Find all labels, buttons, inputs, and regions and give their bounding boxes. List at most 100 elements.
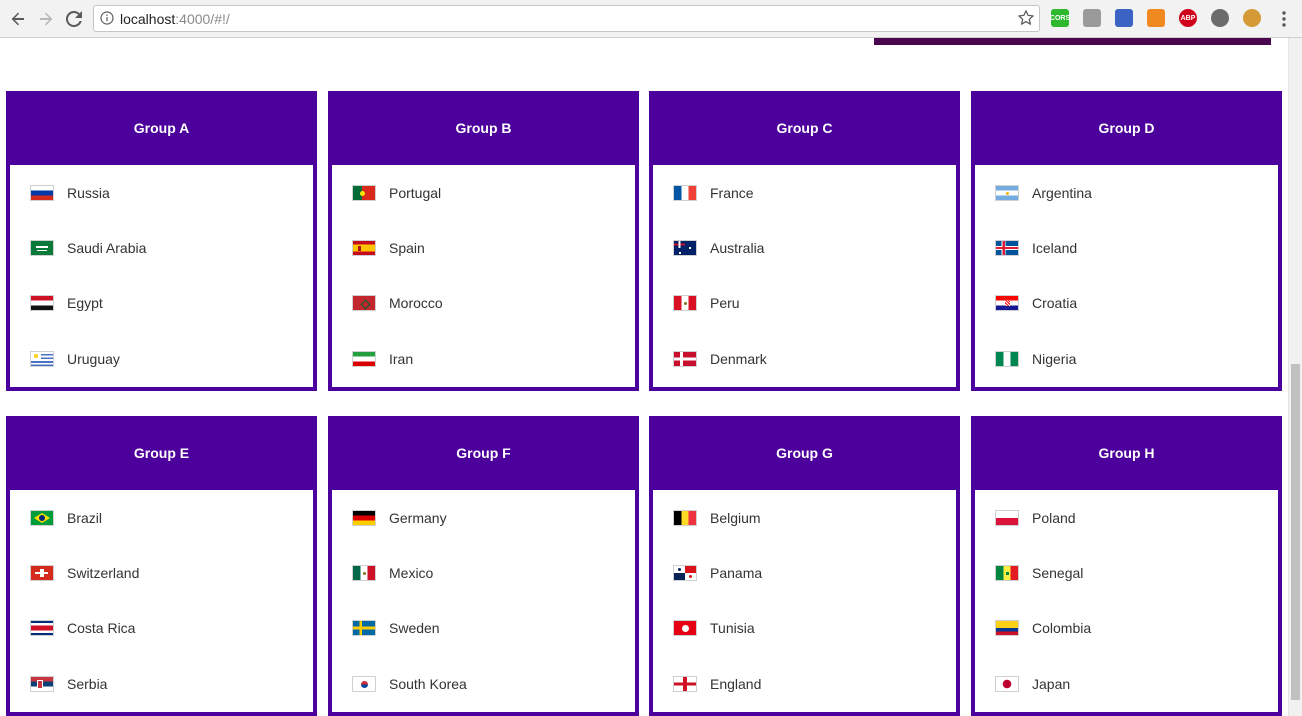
address-bar[interactable]: localhost:4000/#!/ xyxy=(93,5,1040,32)
team-item[interactable]: Colombia xyxy=(995,618,1091,638)
egypt-flag-icon xyxy=(30,295,54,311)
eyedropper-extension-icon[interactable] xyxy=(1115,9,1133,27)
team-item[interactable]: Costa Rica xyxy=(30,618,135,638)
team-name: Sweden xyxy=(389,620,440,636)
portugal-flag-icon xyxy=(352,185,376,201)
team-item[interactable]: Senegal xyxy=(995,563,1083,583)
group-title: Group G xyxy=(776,445,833,461)
team-item[interactable]: Mexico xyxy=(352,563,433,583)
team-item[interactable]: Uruguay xyxy=(30,349,120,369)
team-name: Saudi Arabia xyxy=(67,240,147,256)
team-item[interactable]: Argentina xyxy=(995,183,1092,203)
team-item[interactable]: Germany xyxy=(352,508,447,528)
team-name: Uruguay xyxy=(67,351,120,367)
team-item[interactable]: Saudi Arabia xyxy=(30,238,146,258)
team-item[interactable]: South Korea xyxy=(352,674,467,694)
team-name: Mexico xyxy=(389,565,434,581)
team-item[interactable]: Sweden xyxy=(352,618,440,638)
team-item[interactable]: Denmark xyxy=(673,349,767,369)
team-name: Brazil xyxy=(67,510,103,526)
extension-label: ABP xyxy=(1180,14,1196,22)
team-name: Argentina xyxy=(1032,185,1092,201)
forward-arrow-icon xyxy=(40,12,53,26)
team-item[interactable]: Nigeria xyxy=(995,349,1076,369)
france-flag-icon xyxy=(673,185,697,201)
team-item[interactable]: Brazil xyxy=(30,508,102,528)
back-button[interactable] xyxy=(7,8,29,30)
team-item[interactable]: Morocco xyxy=(352,293,443,313)
bookmark-star-icon[interactable] xyxy=(1017,9,1035,27)
browser-menu-icon[interactable] xyxy=(1277,10,1291,28)
team-item[interactable]: Australia xyxy=(673,238,764,258)
belgium-flag-icon xyxy=(673,510,697,526)
team-item[interactable]: Tunisia xyxy=(673,618,755,638)
team-item[interactable]: Croatia xyxy=(995,293,1077,313)
team-name: Russia xyxy=(67,185,110,201)
team-item[interactable]: Peru xyxy=(673,293,740,313)
group-title: Group H xyxy=(1098,445,1155,461)
team-item[interactable]: Belgium xyxy=(673,508,761,528)
circle-extension-icon[interactable] xyxy=(1211,9,1229,27)
colombia-flag-icon xyxy=(995,620,1019,636)
team-item[interactable]: Switzerland xyxy=(30,563,139,583)
group-card: Group B Portugal Spain Morocco Iran xyxy=(328,91,639,391)
vertical-scrollbar[interactable] xyxy=(1288,38,1302,716)
team-name: Serbia xyxy=(67,676,108,692)
team-item[interactable]: Portugal xyxy=(352,183,441,203)
croatia-flag-icon xyxy=(995,295,1019,311)
team-name: Senegal xyxy=(1032,565,1084,581)
team-name: Belgium xyxy=(710,510,761,526)
australia-flag-icon xyxy=(673,240,697,256)
group-card: Group A Russia Saudi Arabia Egypt Uruguay xyxy=(6,91,317,391)
team-name: Switzerland xyxy=(67,565,140,581)
team-item[interactable]: Panama xyxy=(673,563,762,583)
metamask-extension-icon[interactable] xyxy=(1147,9,1165,27)
team-name: Costa Rica xyxy=(67,620,136,636)
group-title: Group F xyxy=(456,445,511,461)
team-item[interactable]: France xyxy=(673,183,754,203)
team-item[interactable]: England xyxy=(673,674,761,694)
team-item[interactable]: Poland xyxy=(995,508,1076,528)
team-item[interactable]: Serbia xyxy=(30,674,107,694)
group-card: Group F Germany Mexico Sweden South Korea xyxy=(328,416,639,716)
group-team-list: France Australia Peru Denmark xyxy=(653,165,956,387)
group-team-list: Portugal Spain Morocco Iran xyxy=(332,165,635,387)
team-name: South Korea xyxy=(389,676,467,692)
back-arrow-icon xyxy=(11,12,24,26)
team-item[interactable]: Spain xyxy=(352,238,425,258)
team-item[interactable]: Egypt xyxy=(30,293,103,313)
info-icon[interactable] xyxy=(100,11,114,25)
cors-extension-icon[interactable]: CORS xyxy=(1050,9,1070,27)
team-item[interactable]: Russia xyxy=(30,183,110,203)
group-title: Group D xyxy=(1098,120,1155,136)
team-name: Japan xyxy=(1032,676,1071,692)
iceland-flag-icon xyxy=(995,240,1019,256)
adblock-extension-icon[interactable]: ABP xyxy=(1179,9,1197,27)
team-name: Iran xyxy=(389,351,414,367)
saudi-flag-icon xyxy=(30,240,54,256)
forward-button[interactable] xyxy=(35,8,57,30)
scrollbar-thumb[interactable] xyxy=(1291,364,1300,700)
team-name: Spain xyxy=(389,240,425,256)
team-name: Nigeria xyxy=(1032,351,1077,367)
team-name: Panama xyxy=(710,565,763,581)
team-item[interactable]: Japan xyxy=(995,674,1070,694)
nigeria-flag-icon xyxy=(995,351,1019,367)
sweden-flag-icon xyxy=(352,620,376,636)
team-name: Germany xyxy=(389,510,447,526)
costarica-flag-icon xyxy=(30,620,54,636)
browser-toolbar: localhost:4000/#!/ CORS ABP xyxy=(0,0,1302,38)
team-item[interactable]: Iran xyxy=(352,349,413,369)
panama-flag-icon xyxy=(673,565,697,581)
morocco-flag-icon xyxy=(352,295,376,311)
spain-flag-icon xyxy=(352,240,376,256)
team-item[interactable]: Iceland xyxy=(995,238,1077,258)
screenshot-extension-icon[interactable] xyxy=(1083,9,1101,27)
team-name: Denmark xyxy=(710,351,767,367)
reload-button[interactable] xyxy=(63,8,85,30)
denmark-flag-icon xyxy=(673,351,697,367)
team-name: Egypt xyxy=(67,295,103,311)
cookie-extension-icon[interactable] xyxy=(1243,9,1261,27)
team-name: Tunisia xyxy=(710,620,755,636)
team-name: Croatia xyxy=(1032,295,1078,311)
